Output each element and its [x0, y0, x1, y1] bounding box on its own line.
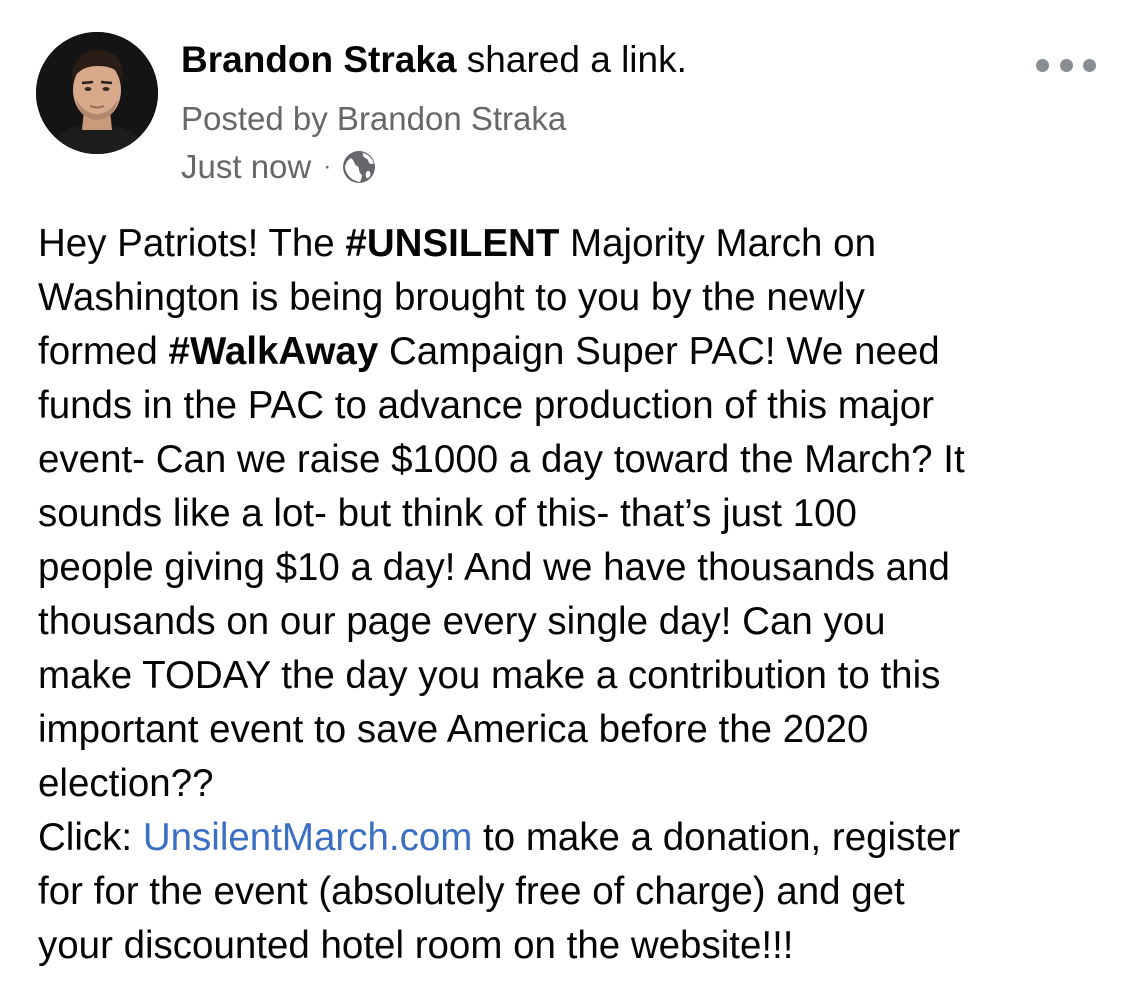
- post-text-segment: Click:: [38, 816, 143, 859]
- post-text-segment: formed: [38, 330, 169, 373]
- post-text-segment: Campaign Super PAC! We need: [378, 330, 940, 373]
- globe-icon[interactable]: [341, 149, 377, 185]
- more-dot: [1036, 58, 1049, 72]
- more-dot: [1059, 58, 1073, 72]
- post-body-line: thousands on our page every single day! …: [38, 600, 886, 643]
- hashtag-walkaway-link[interactable]: #WalkAway: [169, 330, 379, 373]
- post-body: Hey Patriots! The #UNSILENT Majority Mar…: [38, 217, 1098, 973]
- meta-separator: ·: [323, 153, 332, 180]
- post-body-line: event- Can we raise $1000 a day toward t…: [38, 438, 965, 481]
- post-text-segment: Majority March on: [559, 222, 876, 265]
- post-body-line: Hey Patriots! The #UNSILENT Majority Mar…: [38, 217, 1098, 271]
- post-body-line: for for the event (absolutely free of ch…: [38, 870, 905, 913]
- posted-by-text: Posted by Brandon Straka: [181, 100, 567, 137]
- post-meta: Just now ·: [181, 147, 377, 187]
- post-text-segment: to make a donation, register: [472, 816, 961, 859]
- timestamp-link[interactable]: Just now: [181, 147, 311, 187]
- post-body-line: people giving $10 a day! And we have tho…: [38, 546, 950, 589]
- more-options-icon[interactable]: [1036, 50, 1096, 80]
- facebook-post: Brandon Straka shared a link. Posted by …: [0, 0, 1125, 998]
- more-dot: [1083, 58, 1096, 72]
- post-action-text: shared a link.: [456, 39, 687, 80]
- post-body-line: formed #WalkAway Campaign Super PAC! We …: [38, 325, 1098, 379]
- post-body-line: important event to save America before t…: [38, 708, 869, 751]
- post-header: Brandon Straka shared a link.: [181, 38, 687, 82]
- avatar-image: [36, 32, 158, 154]
- post-body-line: make TODAY the day you make a contributi…: [38, 654, 941, 697]
- author-name-link[interactable]: Brandon Straka: [181, 39, 457, 80]
- avatar[interactable]: [36, 32, 158, 154]
- post-text-segment: Hey Patriots! The: [38, 222, 346, 265]
- post-body-line: sounds like a lot- but think of this- th…: [38, 492, 857, 535]
- post-body-line: Click: UnsilentMarch.com to make a donat…: [38, 811, 1098, 865]
- hashtag-unsilent-link[interactable]: #UNSILENT: [345, 222, 559, 265]
- post-body-line: election??: [38, 762, 214, 805]
- unsilent-march-link[interactable]: UnsilentMarch.com: [143, 816, 473, 859]
- post-body-line: funds in the PAC to advance production o…: [38, 384, 934, 427]
- post-body-line: Washington is being brought to you by th…: [38, 276, 865, 319]
- post-body-line: your discounted hotel room on the websit…: [38, 924, 794, 967]
